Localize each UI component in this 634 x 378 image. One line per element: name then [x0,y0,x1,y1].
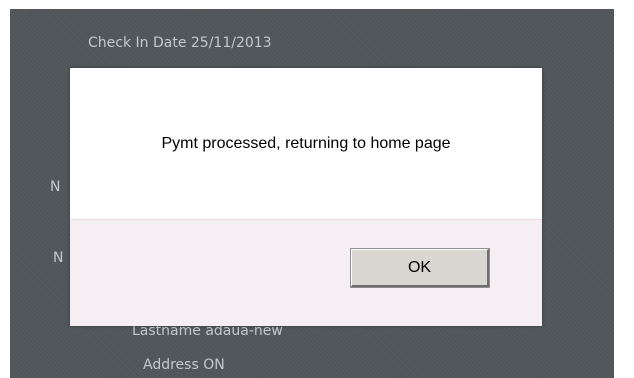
dialog-body: Pymt processed, returning to home page [70,68,542,220]
partial-label-1: N [50,179,61,195]
dialog-footer: OK [70,220,542,326]
screen: Check In Date 25/11/2013 N N Lastname ad… [0,0,634,378]
check-in-date-text: Check In Date 25/11/2013 [88,35,272,51]
partial-label-2: N [53,250,64,266]
alert-dialog: Pymt processed, returning to home page O… [70,68,542,326]
dialog-message: Pymt processed, returning to home page [161,135,451,152]
address-text: Address ON [143,357,225,373]
ok-button[interactable]: OK [350,248,490,288]
